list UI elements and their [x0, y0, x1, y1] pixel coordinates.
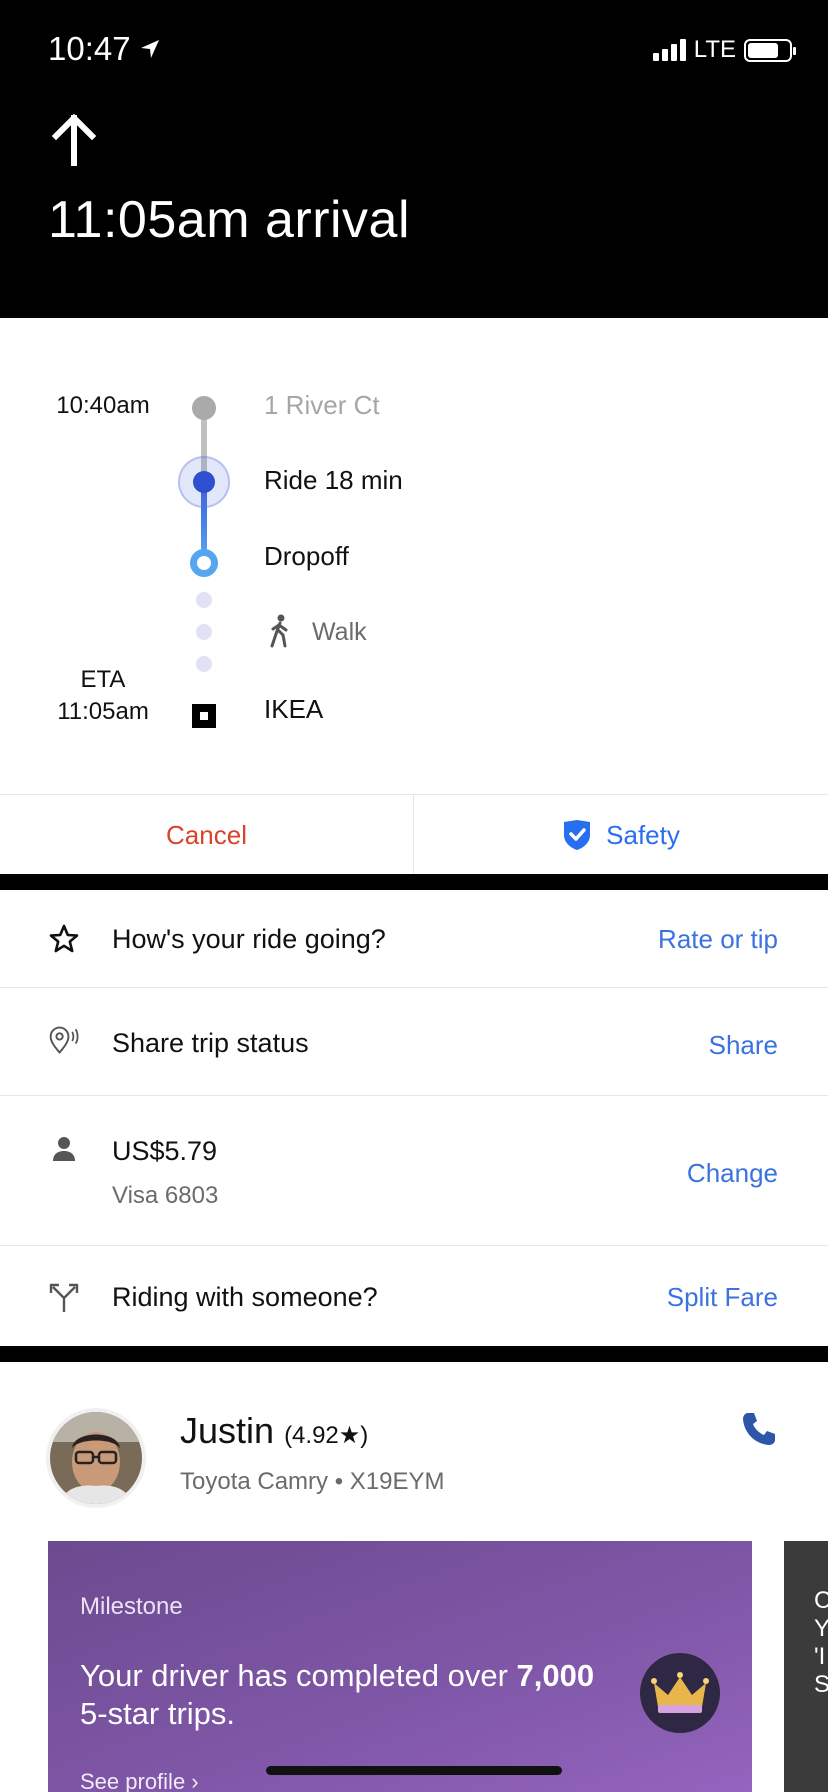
change-payment-button[interactable]: Change — [687, 1158, 778, 1189]
phone-icon[interactable] — [740, 1410, 778, 1448]
share-button[interactable]: Share — [709, 1030, 778, 1061]
walk-dot — [196, 592, 212, 608]
share-trip-row[interactable]: Share trip status Share — [0, 988, 828, 1096]
star-outline-icon — [49, 924, 79, 953]
rate-ride-row[interactable]: How's your ride going? Rate or tip — [0, 890, 828, 988]
arrival-time-title: 11:05am arrival — [48, 191, 411, 249]
driver-avatar[interactable] — [46, 1408, 146, 1508]
home-indicator[interactable] — [266, 1766, 562, 1775]
walking-person-icon — [270, 614, 288, 648]
milestone-kicker: Milestone — [80, 1593, 183, 1620]
walk-dot — [196, 656, 212, 672]
status-bar-time: 10:47 — [48, 30, 161, 68]
fare-amount: US$5.79 — [112, 1136, 218, 1166]
split-arrows-icon — [49, 1283, 79, 1312]
start-time: 10:40am — [56, 392, 150, 419]
next-card-peek[interactable]: C Y 'I S — [784, 1541, 828, 1792]
section-divider — [0, 874, 828, 890]
pickup-address: 1 River Ct — [264, 390, 380, 420]
pickup-marker — [192, 396, 216, 420]
up-arrow-icon[interactable] — [50, 114, 98, 166]
share-trip-label: Share trip status — [112, 1028, 309, 1058]
crown-badge-icon — [640, 1653, 720, 1733]
network-type: LTE — [693, 36, 736, 63]
split-fare-label: Riding with someone? — [112, 1282, 378, 1312]
rate-ride-label: How's your ride going? — [112, 924, 386, 954]
destination-name: IKEA — [264, 694, 324, 724]
eta-time: 11:05am — [57, 698, 149, 725]
rate-or-tip-button[interactable]: Rate or tip — [658, 924, 778, 955]
milestone-message: Your driver has completed over 7,000 5-s… — [80, 1658, 595, 1731]
payment-method: Visa 6803 — [112, 1182, 219, 1209]
ride-duration: Ride 18 min — [264, 465, 403, 495]
driver-rating: (4.92★) — [284, 1422, 369, 1449]
dropoff-marker — [190, 549, 218, 577]
battery-icon — [744, 38, 796, 62]
trip-actions: Cancel Safety — [0, 794, 828, 875]
person-icon — [53, 1137, 75, 1161]
see-profile-link[interactable]: See profile › — [80, 1769, 199, 1792]
location-broadcast-icon — [49, 1026, 79, 1054]
eta-label: ETA — [80, 666, 126, 693]
milestone-card[interactable]: Milestone Your driver has completed over… — [48, 1541, 752, 1792]
current-position-marker — [193, 471, 215, 493]
walk-dot — [196, 624, 212, 640]
walk-label: Walk — [312, 618, 367, 646]
status-bar-indicators: LTE — [652, 36, 796, 64]
location-arrow-icon — [140, 40, 159, 58]
split-fare-button[interactable]: Split Fare — [667, 1282, 778, 1313]
safety-button[interactable]: Safety — [414, 795, 828, 875]
cancel-button[interactable]: Cancel — [0, 795, 414, 875]
milestone-count: 7,000 — [516, 1658, 595, 1693]
vehicle-info: Toyota Camry • X19EYM — [180, 1468, 445, 1495]
shield-check-icon — [564, 820, 591, 850]
section-divider — [0, 1346, 828, 1362]
driver-name-line: Justin (4.92★) — [180, 1410, 368, 1452]
next-card-text: C Y 'I S — [814, 1587, 828, 1698]
signal-icon — [652, 39, 686, 61]
driver-photo — [50, 1412, 142, 1504]
dropoff-label: Dropoff — [264, 541, 349, 571]
trip-header: 10:47 LTE 11:05am arrival — [0, 0, 828, 318]
destination-marker — [192, 704, 216, 728]
split-fare-row[interactable]: Riding with someone? Split Fare — [0, 1246, 828, 1346]
trip-timeline: 10:40am ETA 11:05am 1 River Ct Ride 18 m… — [0, 318, 828, 794]
payment-row[interactable]: US$5.79 Visa 6803 Change — [0, 1096, 828, 1246]
driver-name: Justin — [180, 1410, 275, 1451]
